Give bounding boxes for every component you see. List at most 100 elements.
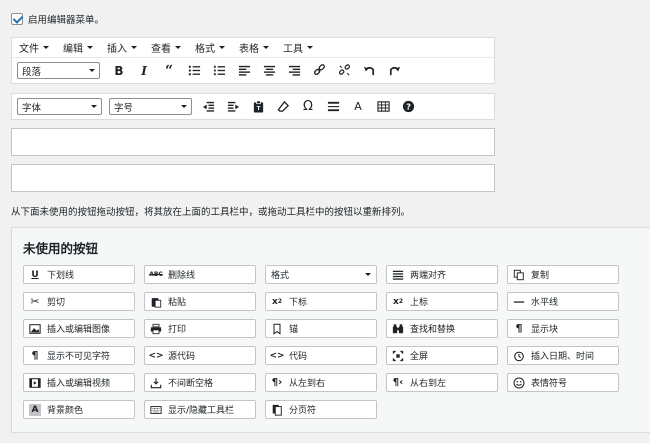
advanced-toolbar: 字体 字号 T Ω A ? — [12, 94, 494, 119]
menu-format[interactable]: 格式 — [195, 40, 225, 55]
code-icon: <> — [148, 350, 164, 361]
unused-image-button[interactable]: 插入或编辑图像 — [23, 319, 135, 338]
italic-icon[interactable]: I — [136, 63, 152, 79]
unused-print-button[interactable]: 打印 — [144, 319, 256, 338]
numbered-list-icon[interactable] — [211, 63, 227, 79]
unused-underline-button[interactable]: U 下划线 — [23, 265, 135, 284]
unused-format-label: 格式 — [271, 271, 290, 281]
menu-table-label: 表格 — [239, 44, 259, 55]
unused-strikethrough-label: 删除线 — [168, 271, 196, 281]
unused-hr-label: 水平线 — [531, 298, 559, 308]
text-color-icon[interactable]: A — [350, 99, 366, 115]
unused-nbsp-button[interactable]: 不间断空格 — [144, 373, 256, 392]
link-icon[interactable] — [311, 63, 327, 79]
bullet-list-icon[interactable] — [186, 63, 202, 79]
align-right-icon[interactable] — [286, 63, 302, 79]
paste-as-text-icon[interactable]: T — [250, 99, 266, 115]
unused-format-select-button[interactable]: 格式 — [265, 265, 377, 284]
smiley-icon — [513, 377, 525, 389]
drag-hint-text: 从下面未使用的按钮拖动按钮，将其放在上面的工具栏中，或拖动工具栏中的按钮以重新排… — [11, 207, 411, 218]
enable-editor-menu-checkbox[interactable] — [11, 13, 23, 25]
undo-icon[interactable] — [361, 63, 377, 79]
editor-menubar: 文件 编辑 插入 查看 格式 表格 工具 — [12, 38, 494, 58]
menu-insert[interactable]: 插入 — [107, 40, 137, 55]
toolbar-dropzone-3[interactable] — [11, 128, 495, 156]
outdent-icon[interactable] — [200, 99, 216, 115]
unused-fullscreen-button[interactable]: 全屏 — [386, 346, 498, 365]
paragraph-format-value: 段落 — [22, 66, 42, 78]
unused-invisible-chars-button[interactable]: ¶ 显示不可见字符 — [23, 346, 135, 365]
enable-editor-menu-label[interactable]: 启用编辑器菜单。 — [28, 12, 104, 26]
unused-paste-button[interactable]: 粘贴 — [144, 292, 256, 311]
menu-file-label: 文件 — [19, 44, 39, 55]
unused-subscript-button[interactable]: x 2 下标 — [265, 292, 377, 311]
menu-file[interactable]: 文件 — [19, 40, 49, 55]
unused-copy-button[interactable]: 复制 — [507, 265, 619, 284]
unused-code-button[interactable]: <> 代码 — [265, 346, 377, 365]
align-center-icon[interactable] — [261, 63, 277, 79]
bold-icon[interactable]: B — [111, 63, 127, 79]
unused-superscript-button[interactable]: x 2 上标 — [386, 292, 498, 311]
unused-toolbar-toggle-button[interactable]: 显示/隐藏工具栏 — [144, 400, 256, 419]
subscript-icon: x2 — [272, 296, 282, 307]
font-family-select[interactable]: 字体 — [17, 98, 102, 115]
page-break-icon — [271, 404, 283, 416]
unused-justify-label: 两端对齐 — [410, 271, 447, 281]
unused-show-blocks-button[interactable]: ¶ 显示块 — [507, 319, 619, 338]
paragraph-format-select[interactable]: 段落 — [17, 62, 100, 79]
redo-icon[interactable] — [386, 63, 402, 79]
menu-tools-label: 工具 — [283, 44, 303, 55]
unused-anchor-label: 锚 — [289, 325, 299, 335]
rtl-icon: ¶‹ — [392, 377, 404, 388]
unused-strikethrough-button[interactable]: ABC 删除线 — [144, 265, 256, 284]
unlink-icon[interactable] — [336, 63, 352, 79]
menu-view[interactable]: 查看 — [151, 40, 181, 55]
unused-print-label: 打印 — [168, 325, 187, 335]
help-icon[interactable]: ? — [400, 99, 416, 115]
unused-pagebreak-button[interactable]: 分页符 — [265, 400, 377, 419]
unused-copy-label: 复制 — [531, 271, 550, 281]
unused-rtl-label: 从右到左 — [410, 379, 447, 389]
unused-rtl-button[interactable]: ¶‹ 从右到左 — [386, 373, 498, 392]
unused-emoticons-button[interactable]: 表情符号 — [507, 373, 619, 392]
unused-video-button[interactable]: 插入或编辑视频 — [23, 373, 135, 392]
unused-hr-button[interactable]: 水平线 — [507, 292, 619, 311]
video-icon — [29, 377, 41, 389]
unused-anchor-button[interactable]: 锚 — [265, 319, 377, 338]
unused-cut-button[interactable]: ✂ 剪切 — [23, 292, 135, 311]
menu-tools[interactable]: 工具 — [283, 40, 313, 55]
menu-edit[interactable]: 编辑 — [63, 40, 93, 55]
horizontal-line-icon[interactable] — [325, 99, 341, 115]
unused-insert-datetime-button[interactable]: 插入日期、时间 — [507, 346, 619, 365]
menu-view-label: 查看 — [151, 44, 171, 55]
chevron-down-icon — [365, 273, 371, 276]
nbsp-icon — [150, 377, 162, 389]
clock-icon — [513, 350, 525, 362]
indent-icon[interactable] — [225, 99, 241, 115]
chevron-down-icon — [175, 46, 181, 49]
toolbar-dropzone-4[interactable] — [11, 164, 495, 192]
clear-formatting-icon[interactable] — [275, 99, 291, 115]
font-size-value: 字号 — [114, 102, 134, 114]
chevron-down-icon — [87, 46, 93, 49]
table-icon[interactable] — [375, 99, 391, 115]
unused-justify-button[interactable]: 两端对齐 — [386, 265, 498, 284]
unused-ltr-button[interactable]: ¶› 从左到右 — [265, 373, 377, 392]
unused-source-code-label: 源代码 — [168, 352, 196, 362]
unused-superscript-label: 上标 — [410, 298, 429, 308]
align-left-icon[interactable] — [236, 63, 252, 79]
unused-bgcolor-button[interactable]: A 背景颜色 — [23, 400, 135, 419]
menu-format-label: 格式 — [195, 44, 215, 55]
menu-table[interactable]: 表格 — [239, 40, 269, 55]
font-size-select[interactable]: 字号 — [109, 98, 192, 115]
unused-find-replace-button[interactable]: 查找和替换 — [386, 319, 498, 338]
svg-text:?: ? — [406, 101, 411, 111]
unused-emoticons-label: 表情符号 — [531, 379, 568, 389]
unused-find-replace-label: 查找和替换 — [410, 325, 456, 335]
unused-subscript-label: 下标 — [289, 298, 308, 308]
unused-image-label: 插入或编辑图像 — [47, 325, 111, 335]
unused-paste-label: 粘贴 — [168, 298, 187, 308]
special-character-icon[interactable]: Ω — [300, 99, 316, 115]
unused-source-code-button[interactable]: <> 源代码 — [144, 346, 256, 365]
blockquote-icon[interactable]: “ — [161, 63, 177, 79]
